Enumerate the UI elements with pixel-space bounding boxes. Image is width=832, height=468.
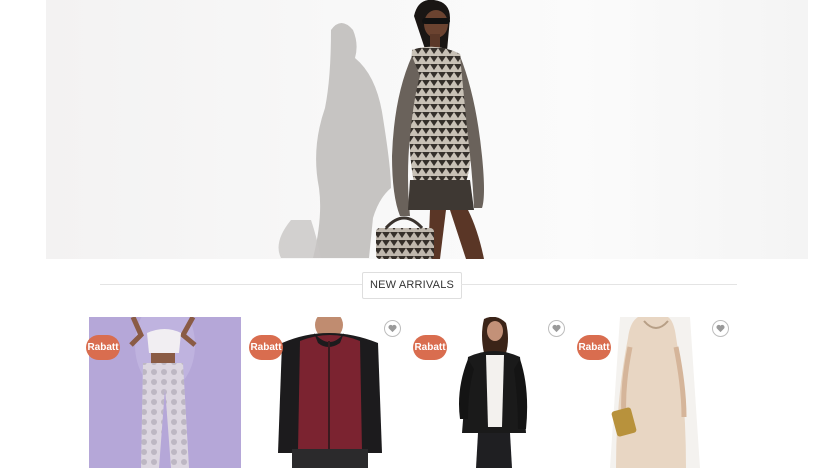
discount-badge: Rabatt	[413, 335, 447, 360]
wishlist-heart-icon[interactable]	[548, 320, 565, 337]
new-arrivals-section-header: NEW ARRIVALS	[0, 270, 832, 299]
discount-badge: Rabatt	[577, 335, 611, 360]
wishlist-heart-icon[interactable]	[384, 320, 401, 337]
hero-banner[interactable]	[46, 0, 808, 259]
section-title: NEW ARRIVALS	[362, 272, 462, 299]
divider-left	[100, 284, 362, 285]
discount-badge: Rabatt	[249, 335, 283, 360]
hero-model-image	[278, 0, 484, 259]
divider-right	[461, 284, 737, 285]
discount-badge: Rabatt	[86, 335, 120, 360]
wishlist-heart-icon[interactable]	[712, 320, 729, 337]
